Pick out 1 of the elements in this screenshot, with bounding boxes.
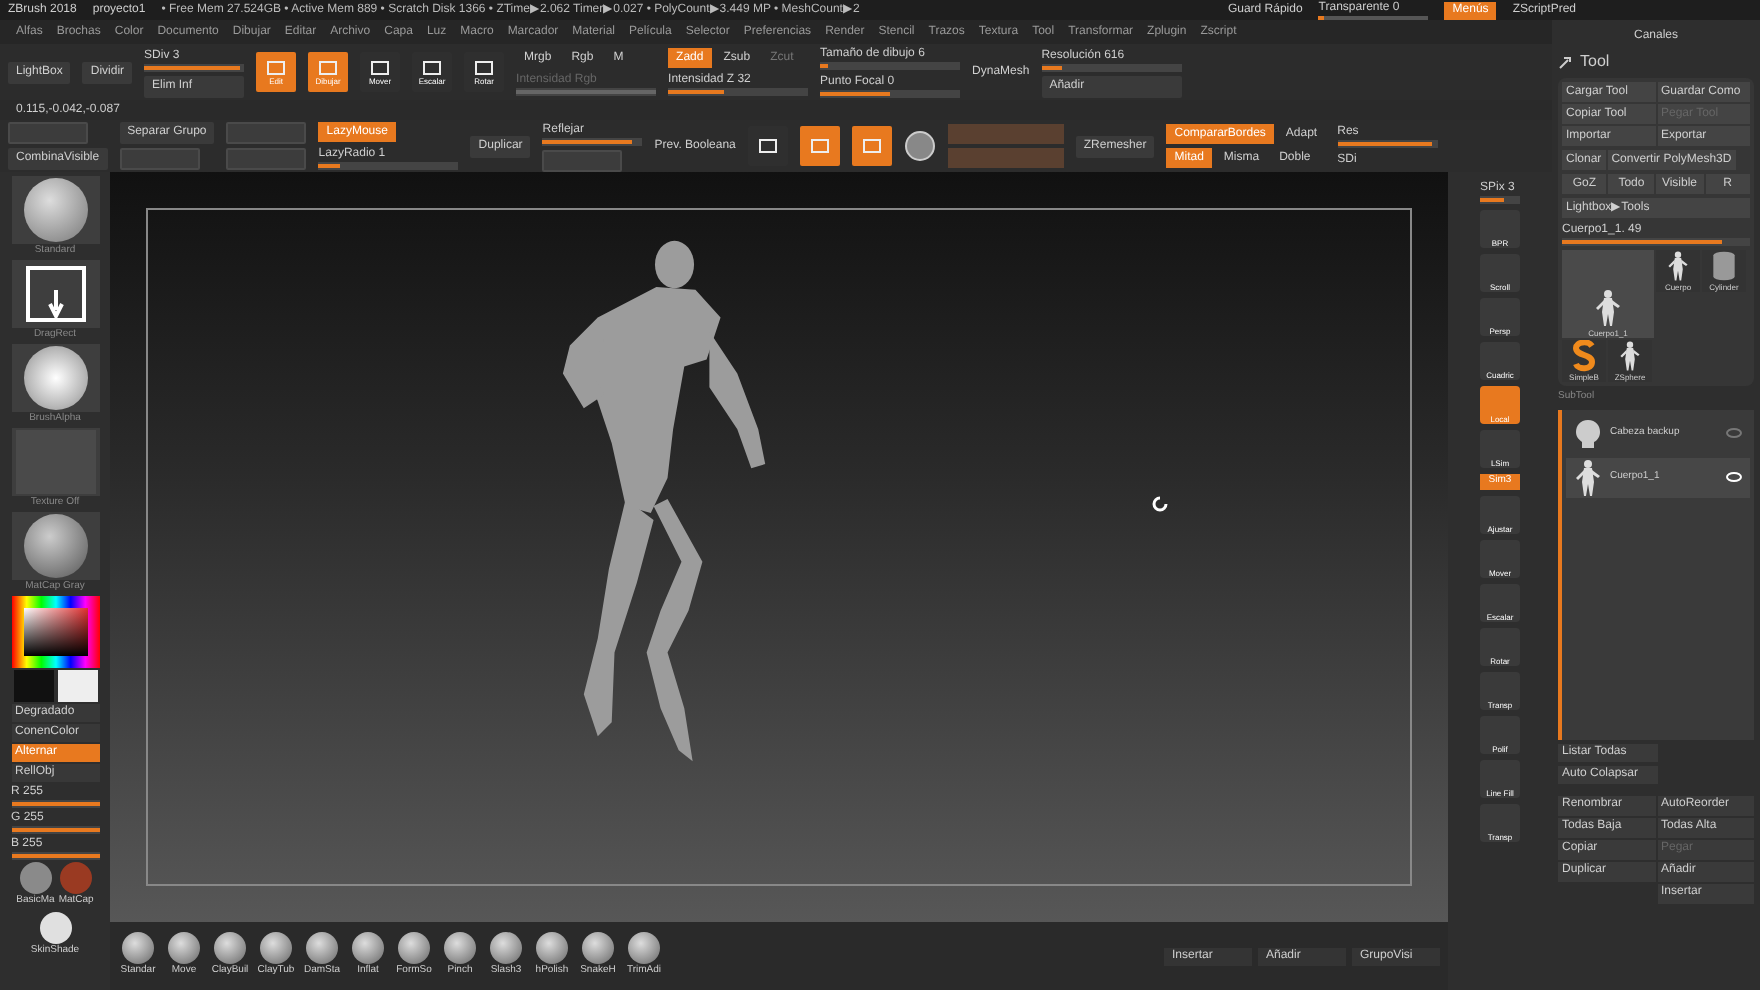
section-title: Tool bbox=[1580, 50, 1610, 74]
